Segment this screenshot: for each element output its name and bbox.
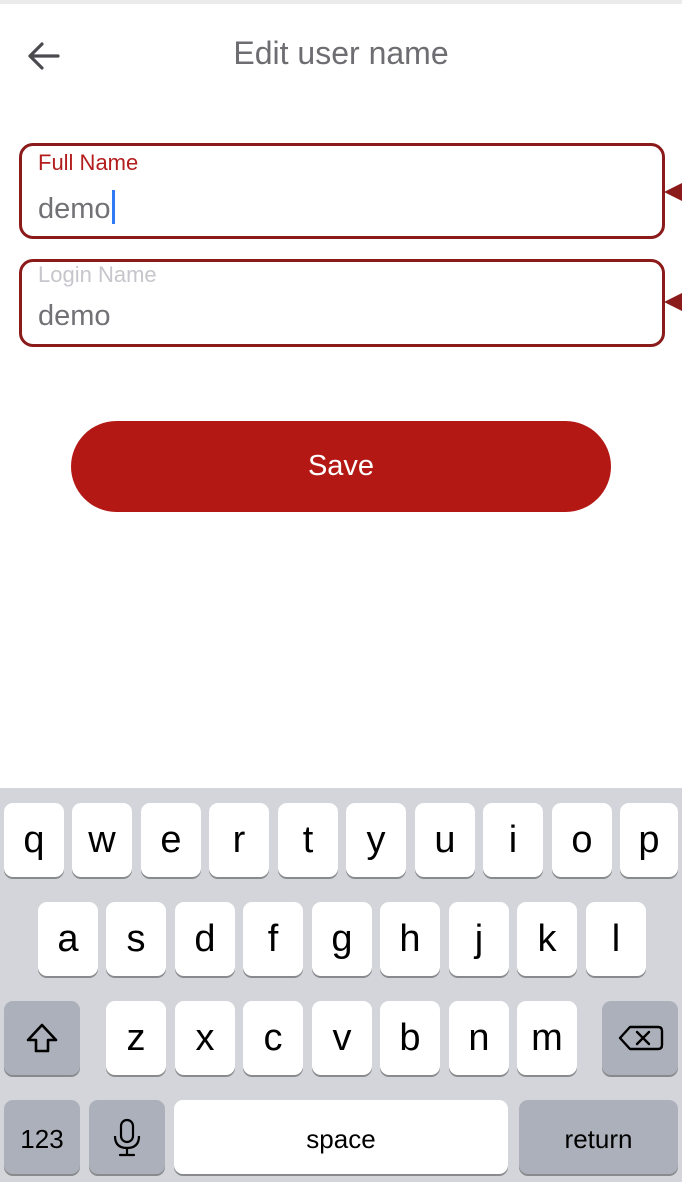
microphone-icon [113, 1118, 141, 1157]
key-n[interactable]: n [449, 1001, 509, 1075]
full-name-value: demo [38, 193, 111, 225]
key-x[interactable]: x [175, 1001, 235, 1075]
key-c[interactable]: c [243, 1001, 303, 1075]
full-name-field[interactable]: Full Name demo [19, 143, 665, 239]
key-k[interactable]: k [517, 902, 577, 976]
key-h[interactable]: h [380, 902, 440, 976]
login-name-input[interactable]: demo [38, 300, 111, 333]
annotation-arrow-icon [664, 293, 682, 311]
shift-icon [26, 1023, 58, 1053]
key-g[interactable]: g [312, 902, 372, 976]
dictation-key[interactable] [89, 1100, 165, 1174]
key-q[interactable]: q [4, 803, 64, 877]
header: Edit user name [0, 0, 682, 110]
key-m[interactable]: m [517, 1001, 577, 1075]
key-p[interactable]: p [620, 803, 678, 877]
key-u[interactable]: u [415, 803, 475, 877]
backspace-icon [618, 1025, 664, 1051]
text-caret [111, 190, 115, 224]
page-title: Edit user name [233, 35, 449, 71]
key-y[interactable]: y [346, 803, 406, 877]
key-f[interactable]: f [243, 902, 303, 976]
key-i[interactable]: i [483, 803, 543, 877]
key-v[interactable]: v [312, 1001, 372, 1075]
return-key[interactable]: return [519, 1100, 678, 1174]
shift-key[interactable] [4, 1001, 80, 1075]
save-button[interactable]: Save [71, 421, 611, 512]
backspace-key[interactable] [602, 1001, 678, 1075]
on-screen-keyboard: q w e r t y u i o p a s d f g h j k l z … [0, 788, 682, 1182]
key-s[interactable]: s [106, 902, 166, 976]
key-j[interactable]: j [449, 902, 509, 976]
key-l[interactable]: l [586, 902, 646, 976]
key-r[interactable]: r [209, 803, 269, 877]
numbers-key[interactable]: 123 [4, 1100, 80, 1174]
key-a[interactable]: a [38, 902, 98, 976]
key-w[interactable]: w [72, 803, 132, 877]
full-name-label: Full Name [38, 150, 139, 175]
key-e[interactable]: e [141, 803, 201, 877]
full-name-input[interactable]: demo [38, 190, 115, 226]
key-t[interactable]: t [278, 803, 338, 877]
login-name-field[interactable]: Login Name demo [19, 259, 665, 347]
key-z[interactable]: z [106, 1001, 166, 1075]
key-d[interactable]: d [175, 902, 235, 976]
login-name-label: Login Name [38, 262, 157, 287]
key-o[interactable]: o [552, 803, 612, 877]
key-b[interactable]: b [380, 1001, 440, 1075]
space-key[interactable]: space [174, 1100, 508, 1174]
annotation-arrow-icon [664, 183, 682, 201]
